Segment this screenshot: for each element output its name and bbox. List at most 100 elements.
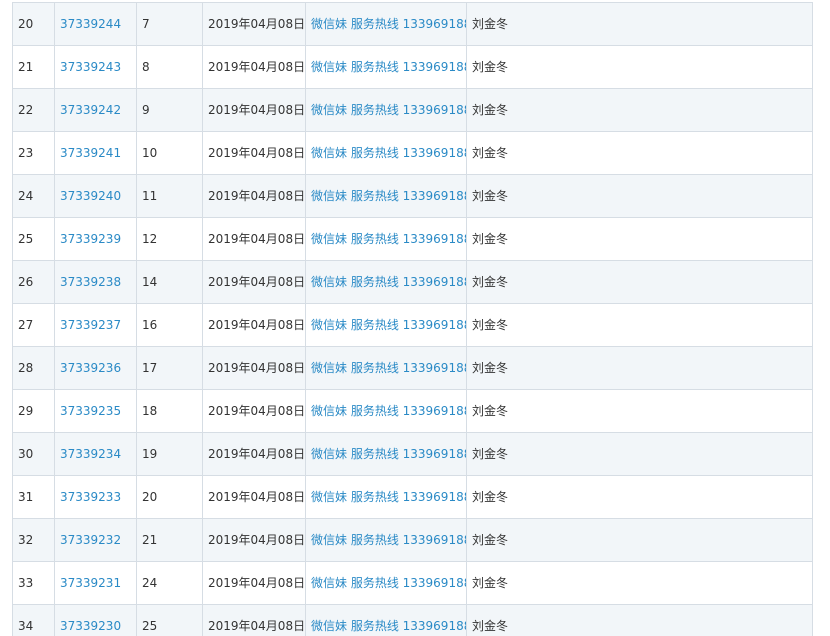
row-id-cell: 37339241	[54, 131, 137, 175]
record-name-link[interactable]: 微信妹 服务热线 13396918888	[311, 229, 466, 250]
row-seq: 25	[18, 231, 34, 246]
record-name-link[interactable]: 微信妹 服务热线 13396918888	[311, 143, 466, 164]
row-date-cell: 2019年04月08日	[202, 174, 306, 218]
record-id-link[interactable]: 37339242	[60, 103, 121, 117]
row-count-cell: 25	[136, 604, 203, 636]
record-name-link[interactable]: 微信妹 服务热线 13396918888	[311, 530, 466, 551]
row-name-cell: 微信妹 服务热线 13396918888	[305, 432, 467, 476]
row-count: 20	[142, 489, 158, 504]
record-name-link[interactable]: 微信妹 服务热线 13396918888	[311, 186, 466, 207]
row-owner-cell: 刘金冬	[466, 303, 813, 347]
record-name-link[interactable]: 微信妹 服务热线 13396918888	[311, 57, 466, 78]
record-name-link[interactable]: 微信妹 服务热线 13396918888	[311, 272, 466, 293]
row-owner: 刘金冬	[472, 274, 509, 289]
table-row: 32 37339232 21 2019年04月08日 微信妹 服务热线 1339…	[12, 518, 813, 562]
row-owner-cell: 刘金冬	[466, 604, 813, 636]
row-owner: 刘金冬	[472, 489, 509, 504]
row-seq-cell: 26	[12, 260, 55, 304]
row-seq-cell: 21	[12, 45, 55, 89]
record-id-link[interactable]: 37339239	[60, 232, 121, 246]
record-name-link[interactable]: 微信妹 服务热线 13396918888	[311, 358, 466, 379]
row-date: 2019年04月08日	[208, 59, 306, 74]
table-row: 31 37339233 20 2019年04月08日 微信妹 服务热线 1339…	[12, 475, 813, 519]
row-date-cell: 2019年04月08日	[202, 561, 306, 605]
row-count-cell: 11	[136, 174, 203, 218]
table-row: 34 37339230 25 2019年04月08日 微信妹 服务热线 1339…	[12, 604, 813, 636]
record-name-link[interactable]: 微信妹 服务热线 13396918888	[311, 616, 466, 636]
row-name-cell: 微信妹 服务热线 13396918888	[305, 2, 467, 46]
row-owner: 刘金冬	[472, 446, 509, 461]
row-count: 12	[142, 231, 158, 246]
record-id-link[interactable]: 37339243	[60, 60, 121, 74]
row-seq-cell: 29	[12, 389, 55, 433]
row-seq-cell: 31	[12, 475, 55, 519]
record-name-link[interactable]: 微信妹 服务热线 13396918888	[311, 100, 466, 121]
table-row: 27 37339237 16 2019年04月08日 微信妹 服务热线 1339…	[12, 303, 813, 347]
row-owner: 刘金冬	[472, 145, 509, 160]
row-date-cell: 2019年04月08日	[202, 518, 306, 562]
row-seq-cell: 20	[12, 2, 55, 46]
record-id-link[interactable]: 37339236	[60, 361, 121, 375]
row-date: 2019年04月08日	[208, 446, 306, 461]
record-name-link[interactable]: 微信妹 服务热线 13396918888	[311, 444, 466, 465]
records-table: 20 37339244 7 2019年04月08日 微信妹 服务热线 13396…	[12, 2, 813, 636]
row-count-cell: 24	[136, 561, 203, 605]
row-date-cell: 2019年04月08日	[202, 303, 306, 347]
row-id-cell: 37339239	[54, 217, 137, 261]
row-owner: 刘金冬	[472, 317, 509, 332]
row-date-cell: 2019年04月08日	[202, 2, 306, 46]
table-row: 33 37339231 24 2019年04月08日 微信妹 服务热线 1339…	[12, 561, 813, 605]
row-count-cell: 16	[136, 303, 203, 347]
row-date: 2019年04月08日	[208, 618, 306, 633]
row-name-cell: 微信妹 服务热线 13396918888	[305, 475, 467, 519]
row-id-cell: 37339242	[54, 88, 137, 132]
record-id-link[interactable]: 37339234	[60, 447, 121, 461]
record-id-link[interactable]: 37339240	[60, 189, 121, 203]
row-name-cell: 微信妹 服务热线 13396918888	[305, 389, 467, 433]
record-id-link[interactable]: 37339230	[60, 619, 121, 633]
row-id-cell: 37339234	[54, 432, 137, 476]
record-name-link[interactable]: 微信妹 服务热线 13396918888	[311, 487, 466, 508]
row-seq: 26	[18, 274, 34, 289]
row-id-cell: 37339240	[54, 174, 137, 218]
row-date-cell: 2019年04月08日	[202, 131, 306, 175]
record-id-link[interactable]: 37339232	[60, 533, 121, 547]
row-owner-cell: 刘金冬	[466, 389, 813, 433]
row-date-cell: 2019年04月08日	[202, 389, 306, 433]
row-seq: 28	[18, 360, 34, 375]
record-id-link[interactable]: 37339244	[60, 17, 121, 31]
record-name-link[interactable]: 微信妹 服务热线 13396918888	[311, 14, 466, 35]
record-name-link[interactable]: 微信妹 服务热线 13396918888	[311, 315, 466, 336]
row-date: 2019年04月08日	[208, 231, 306, 246]
row-owner-cell: 刘金冬	[466, 432, 813, 476]
record-id-link[interactable]: 37339233	[60, 490, 121, 504]
row-seq: 24	[18, 188, 34, 203]
row-owner: 刘金冬	[472, 188, 509, 203]
row-name-cell: 微信妹 服务热线 13396918888	[305, 88, 467, 132]
record-id-link[interactable]: 37339241	[60, 146, 121, 160]
row-owner: 刘金冬	[472, 575, 509, 590]
record-name-link[interactable]: 微信妹 服务热线 13396918888	[311, 573, 466, 594]
row-date-cell: 2019年04月08日	[202, 604, 306, 636]
row-date-cell: 2019年04月08日	[202, 432, 306, 476]
record-id-link[interactable]: 37339237	[60, 318, 121, 332]
row-id-cell: 37339232	[54, 518, 137, 562]
row-owner-cell: 刘金冬	[466, 88, 813, 132]
row-date: 2019年04月08日	[208, 489, 306, 504]
record-id-link[interactable]: 37339231	[60, 576, 121, 590]
record-id-link[interactable]: 37339238	[60, 275, 121, 289]
row-id-cell: 37339233	[54, 475, 137, 519]
record-id-link[interactable]: 37339235	[60, 404, 121, 418]
record-name-link[interactable]: 微信妹 服务热线 13396918888	[311, 401, 466, 422]
row-name-cell: 微信妹 服务热线 13396918888	[305, 346, 467, 390]
row-date: 2019年04月08日	[208, 274, 306, 289]
table-row: 23 37339241 10 2019年04月08日 微信妹 服务热线 1339…	[12, 131, 813, 175]
row-date: 2019年04月08日	[208, 575, 306, 590]
row-owner: 刘金冬	[472, 360, 509, 375]
row-owner-cell: 刘金冬	[466, 260, 813, 304]
row-seq: 31	[18, 489, 34, 504]
row-id-cell: 37339236	[54, 346, 137, 390]
row-name-cell: 微信妹 服务热线 13396918888	[305, 561, 467, 605]
row-date-cell: 2019年04月08日	[202, 217, 306, 261]
row-count-cell: 12	[136, 217, 203, 261]
